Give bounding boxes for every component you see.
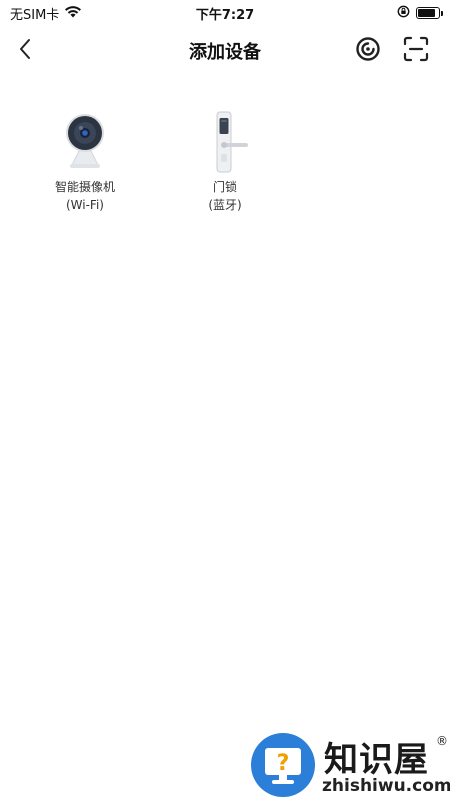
watermark-text: 知识屋 — [324, 740, 429, 780]
device-name: 智能摄像机 — [54, 180, 115, 194]
watermark-url: zhishiwu.com — [322, 776, 450, 796]
device-connection: (Wi-Fi) — [65, 198, 104, 212]
device-name: 门锁 — [212, 180, 237, 194]
nearby-scan-button[interactable] — [353, 36, 383, 66]
carrier-label: 无SIM卡 — [10, 7, 60, 23]
smart-camera-icon — [55, 110, 115, 174]
device-label: 智能摄像机 (Wi-Fi) — [55, 178, 115, 214]
status-time: 下午7:27 — [195, 7, 255, 23]
nearby-scan-icon — [355, 36, 381, 66]
status-bar-right — [300, 5, 443, 22]
device-connection: (蓝牙) — [208, 198, 242, 212]
qr-scan-icon — [403, 36, 429, 66]
qr-scan-button[interactable] — [401, 36, 431, 66]
svg-text:?: ? — [277, 751, 290, 776]
battery-icon — [416, 7, 443, 19]
status-bar: 无SIM卡 下午7:27 — [0, 0, 450, 26]
battery-fill — [418, 9, 435, 17]
back-chevron-icon — [18, 38, 32, 64]
door-lock-icon — [195, 110, 255, 174]
watermark-registered-mark: ® — [436, 734, 448, 748]
device-item-door-lock[interactable]: 门锁 (蓝牙) — [170, 110, 280, 220]
watermark-logo-icon: ? — [251, 733, 315, 797]
watermark: ? 知识屋 ® zhishiwu.com — [250, 730, 450, 800]
back-button[interactable] — [10, 36, 40, 66]
device-label: 门锁 (蓝牙) — [208, 178, 241, 214]
orientation-lock-icon — [397, 5, 410, 22]
status-bar-left: 无SIM卡 — [10, 4, 150, 23]
nav-bar: 添加设备 — [0, 26, 450, 76]
device-item-smart-camera[interactable]: 智能摄像机 (Wi-Fi) — [30, 110, 140, 220]
wifi-icon — [64, 5, 82, 22]
